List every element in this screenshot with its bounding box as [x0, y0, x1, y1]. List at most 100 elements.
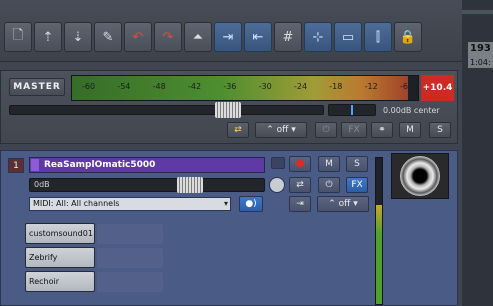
master-clip-indicator[interactable]: +10.4	[421, 75, 454, 101]
power-icon: ⏻	[322, 125, 330, 135]
folder-open-icon: ⇡	[42, 29, 54, 45]
track-automation-button[interactable]: ⌃ off ▾	[317, 196, 369, 212]
main-toolbar: 🗋 ⇡ ⇣ ✎ ↶ ↷ ⏶ ⇥ ⇤ # ⊹ ▭ ⫿ 🔒	[0, 0, 462, 62]
metronome-icon: ⏶	[192, 29, 204, 45]
record-icon: ●	[295, 158, 305, 169]
ruler-time: 1:04:	[470, 58, 491, 67]
track-number[interactable]: 1	[8, 158, 24, 173]
document-new-icon: 🗋	[12, 28, 24, 43]
track-monitor-button[interactable]: ●)	[239, 196, 263, 212]
track-folder-button[interactable]	[271, 157, 285, 169]
master-mono-button[interactable]: ⚭	[371, 122, 393, 138]
track-input-select[interactable]: MIDI: All: All channels ▾	[29, 197, 231, 211]
fx-chain-item-1[interactable]: customsound01	[25, 223, 95, 244]
ripple-all-icon: ⇤	[252, 29, 264, 45]
master-meter-tick: -30	[258, 82, 272, 91]
master-automation-button[interactable]: ⌃ off ▾	[255, 122, 307, 138]
master-pan-marker	[351, 105, 353, 115]
fx-chain-item-2[interactable]: Zebrify	[25, 247, 95, 268]
master-meter-tick: -42	[187, 82, 202, 91]
master-meter-tick: -18	[329, 82, 343, 91]
fx-chain-slot-bar	[97, 272, 163, 292]
save-icon: ⇣	[72, 29, 84, 45]
track-volume-knob[interactable]	[177, 177, 203, 193]
master-meter-tick: -24	[293, 82, 308, 91]
master-meter-tick: -6	[399, 82, 408, 91]
fx-chain-slot-bar	[97, 224, 163, 244]
metronome-button[interactable]: ⏶	[184, 22, 212, 52]
power-icon: ⏻	[325, 180, 333, 190]
speaker-icon: ●)	[245, 199, 257, 209]
open-project-button[interactable]: ⇡	[34, 22, 62, 52]
master-io-button[interactable]: ⇄	[227, 122, 249, 138]
master-meter-tick: -54	[117, 82, 131, 91]
track-name-field[interactable]: ReaSamplOmatic5000	[29, 157, 265, 173]
master-meter-tick: -12	[364, 82, 378, 91]
envelope-icon: ⇥	[296, 199, 304, 209]
master-fx-button[interactable]: FX	[341, 122, 367, 138]
grid-button[interactable]: #	[274, 22, 302, 52]
automation-icon: ⌃	[328, 199, 339, 209]
track-solo-button[interactable]: S	[346, 156, 368, 172]
master-volume-readout: 0.00dB center	[383, 106, 440, 115]
track-input-value: MIDI: All: All channels	[33, 199, 120, 208]
master-automation-label: off	[276, 125, 289, 135]
master-meter-ticks: -60 -54 -48 -42 -36 -30 -24 -18 -12 -6	[72, 76, 418, 100]
snap-icon: ⊹	[312, 29, 324, 45]
master-mute-button[interactable]: M	[399, 122, 421, 138]
master-volume-slider[interactable]	[9, 102, 324, 118]
track-automation-label: off	[338, 199, 351, 209]
chevron-down-icon: ▾	[223, 199, 228, 208]
track-record-arm-button[interactable]: ●	[289, 156, 311, 172]
new-project-button[interactable]: 🗋	[4, 22, 32, 52]
master-power-button[interactable]: ⏻	[315, 122, 337, 138]
routing-icon: ⇄	[296, 180, 304, 190]
lock-button[interactable]: 🔒	[394, 22, 422, 52]
track-1: 1 ReaSamplOmatic5000 ● M S 0dB ⇄ ⏻ FX MI…	[0, 150, 458, 306]
loop-button[interactable]: ⫿	[364, 22, 392, 52]
track-color-swatch	[31, 159, 39, 171]
track-volume-readout: 0dB	[34, 180, 50, 189]
automation-icon: ⌃	[266, 125, 277, 135]
ruler-region-bar	[462, 10, 493, 14]
master-pan-slider[interactable]	[328, 104, 376, 116]
track-vu-level	[376, 204, 382, 304]
master-meter-tick: -36	[223, 82, 237, 91]
track-fx-button[interactable]: FX	[346, 177, 368, 193]
timeline-ruler[interactable]: 193 1:04:	[462, 0, 493, 306]
save-project-button[interactable]: ⇣	[64, 22, 92, 52]
track-volume-slider[interactable]: 0dB	[29, 177, 265, 193]
redo-button[interactable]: ↷	[154, 22, 182, 52]
routing-icon: ⇄	[234, 125, 242, 135]
track-plugin-image	[391, 153, 449, 199]
master-solo-button[interactable]: S	[429, 122, 451, 138]
stereo-icon: ⚭	[378, 125, 386, 135]
master-track: MASTER -60 -54 -48 -42 -36 -30 -24 -18 -12 -6 +10…	[0, 70, 458, 144]
grid-icon: #	[282, 29, 294, 45]
master-meter-tick: -60	[82, 82, 96, 91]
master-volume-knob[interactable]	[215, 102, 241, 118]
snap-button[interactable]: ⊹	[304, 22, 332, 52]
track-vu-meter	[375, 157, 383, 305]
fx-chain-item-3[interactable]: Rechoir	[25, 271, 95, 292]
master-meter-tick: -48	[152, 82, 166, 91]
track-envelope-button[interactable]: ⇥	[289, 196, 311, 212]
envelope-icon: ▭	[341, 29, 355, 45]
envelope-button[interactable]: ▭	[334, 22, 362, 52]
track-pan-knob[interactable]	[269, 177, 285, 193]
track-mute-button[interactable]: M	[318, 156, 340, 172]
redo-icon: ↷	[162, 29, 174, 45]
speaker-cone-image	[400, 156, 440, 196]
undo-icon: ↶	[132, 29, 144, 45]
track-name-label: ReaSamplOmatic5000	[44, 160, 156, 170]
track-fx-bypass-button[interactable]: ⏻	[318, 177, 340, 193]
settings-button[interactable]: ✎	[94, 22, 122, 52]
undo-button[interactable]: ↶	[124, 22, 152, 52]
loop-icon: ⫿	[375, 29, 381, 45]
ripple-edit-button[interactable]: ⇥	[214, 22, 242, 52]
wrench-icon: ✎	[102, 29, 114, 45]
master-label[interactable]: MASTER	[9, 78, 65, 96]
ripple-all-button[interactable]: ⇤	[244, 22, 272, 52]
track-io-button[interactable]: ⇄	[289, 177, 311, 193]
fx-chain-slot-bar	[97, 248, 163, 268]
